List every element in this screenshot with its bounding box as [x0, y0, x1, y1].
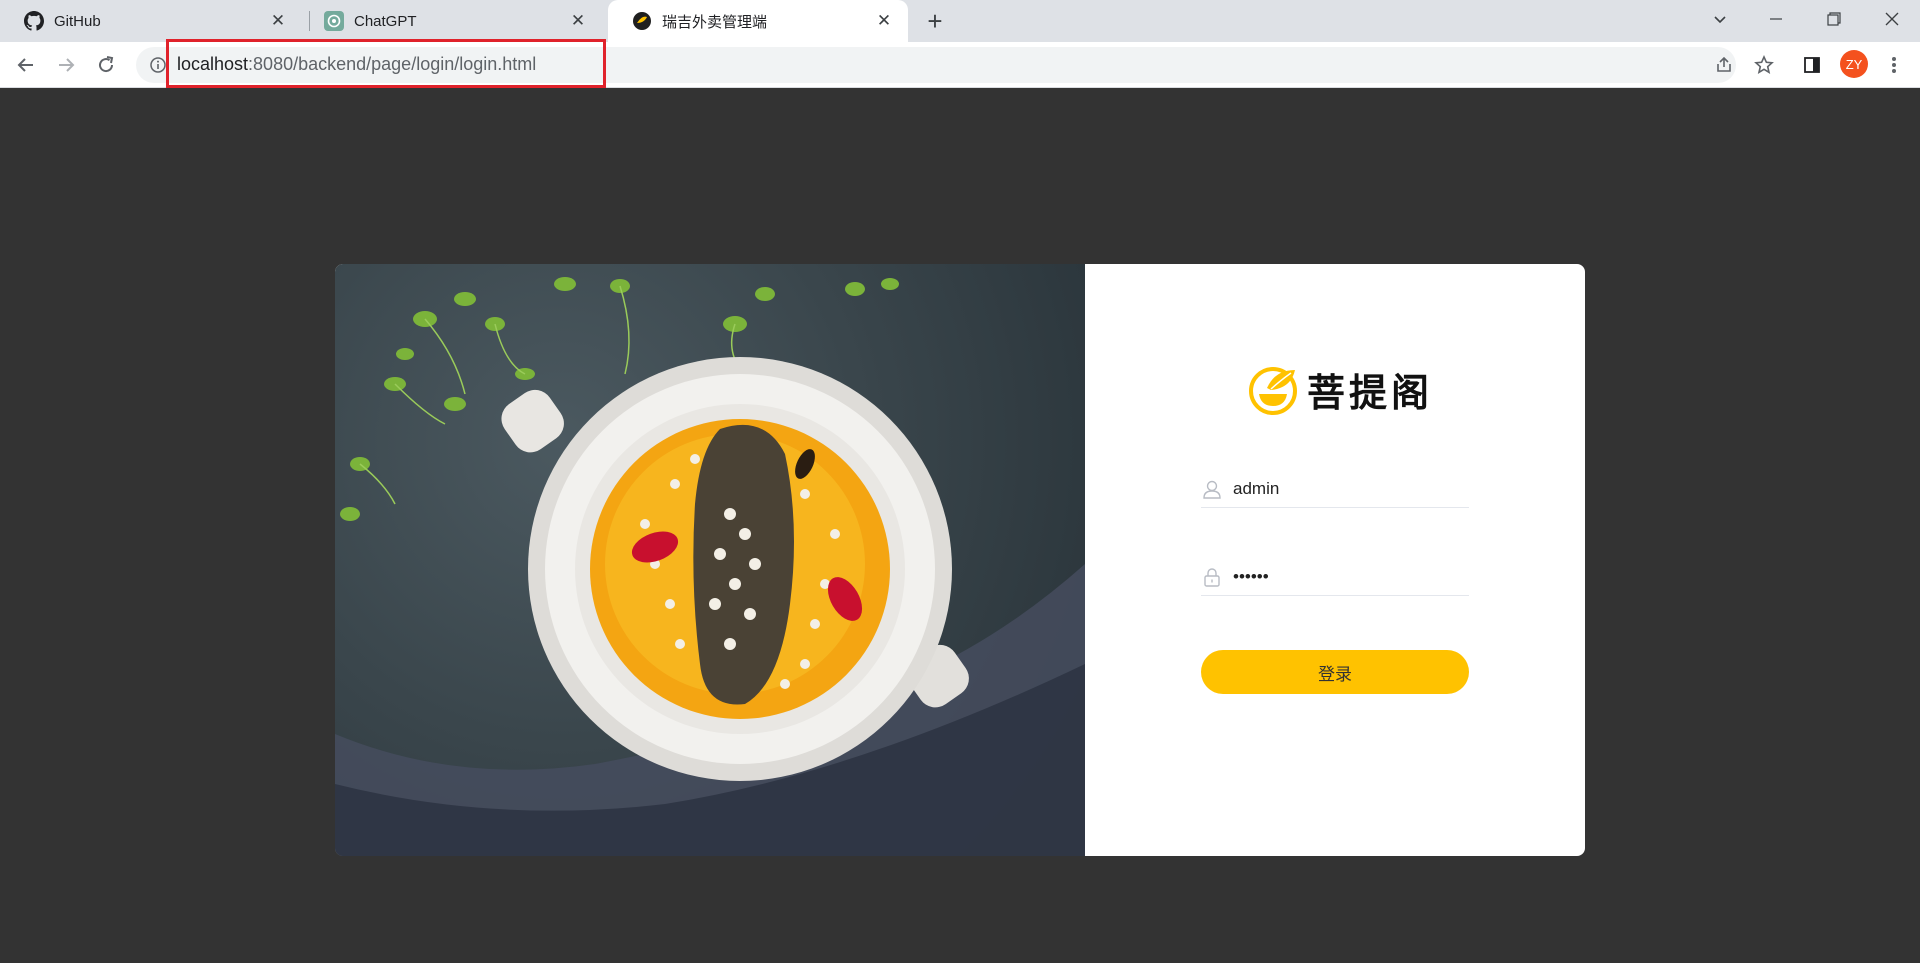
side-panel-icon[interactable] [1798, 51, 1826, 79]
close-icon[interactable]: ✕ [568, 11, 588, 31]
info-icon[interactable] [150, 57, 166, 73]
password-input[interactable] [1233, 566, 1453, 587]
more-menu-icon[interactable] [1880, 51, 1908, 79]
brand-name: 菩提阁 [1307, 371, 1434, 415]
restore-icon[interactable] [1806, 0, 1862, 38]
login-form: 菩提阁 登录 [1085, 264, 1585, 856]
hero-food-image [335, 264, 1085, 856]
username-field[interactable] [1201, 470, 1469, 508]
url-text[interactable]: localhost:8080/backend/page/login/login.… [177, 54, 536, 75]
bookmark-star-icon[interactable] [1750, 51, 1778, 79]
page-background: 菩提阁 登录 [0, 88, 1920, 963]
back-arrow-icon[interactable] [12, 51, 40, 79]
tab-search-icon[interactable] [1692, 0, 1748, 38]
tab-title: GitHub [54, 12, 101, 30]
forward-arrow-icon[interactable] [52, 51, 80, 79]
github-icon [24, 11, 44, 31]
tab-ruiji-admin[interactable]: 瑞吉外卖管理端 ✕ [608, 0, 908, 42]
tab-strip: GitHub ✕ ChatGPT ✕ 瑞吉外卖管理端 ✕ + [0, 0, 1920, 42]
profile-avatar[interactable]: ZY [1840, 50, 1868, 78]
new-tab-button[interactable]: + [922, 8, 948, 35]
brand-logo: 菩提阁 [1247, 362, 1433, 417]
app-logo-icon [632, 11, 652, 31]
password-field[interactable] [1201, 558, 1469, 596]
url-host: localhost [177, 54, 249, 74]
username-input[interactable] [1233, 478, 1453, 499]
close-icon[interactable]: ✕ [874, 11, 894, 31]
minimize-icon[interactable] [1748, 0, 1804, 38]
close-window-icon[interactable] [1864, 0, 1920, 38]
chatgpt-icon [324, 11, 344, 31]
login-button[interactable]: 登录 [1201, 650, 1469, 694]
login-card: 菩提阁 登录 [335, 264, 1585, 856]
leaf-bowl-logo-icon [1249, 366, 1297, 415]
food-illustration [335, 277, 1085, 856]
lock-icon [1201, 566, 1223, 588]
reload-icon[interactable] [92, 51, 120, 79]
tab-github[interactable]: GitHub ✕ [0, 0, 302, 42]
close-icon[interactable]: ✕ [268, 11, 288, 31]
tab-title: 瑞吉外卖管理端 [662, 13, 768, 31]
tab-title: ChatGPT [354, 12, 417, 30]
user-icon [1201, 478, 1223, 500]
tab-chatgpt[interactable]: ChatGPT ✕ [300, 0, 602, 42]
share-icon[interactable] [1710, 51, 1738, 79]
url-path: :8080/backend/page/login/login.html [248, 54, 537, 74]
